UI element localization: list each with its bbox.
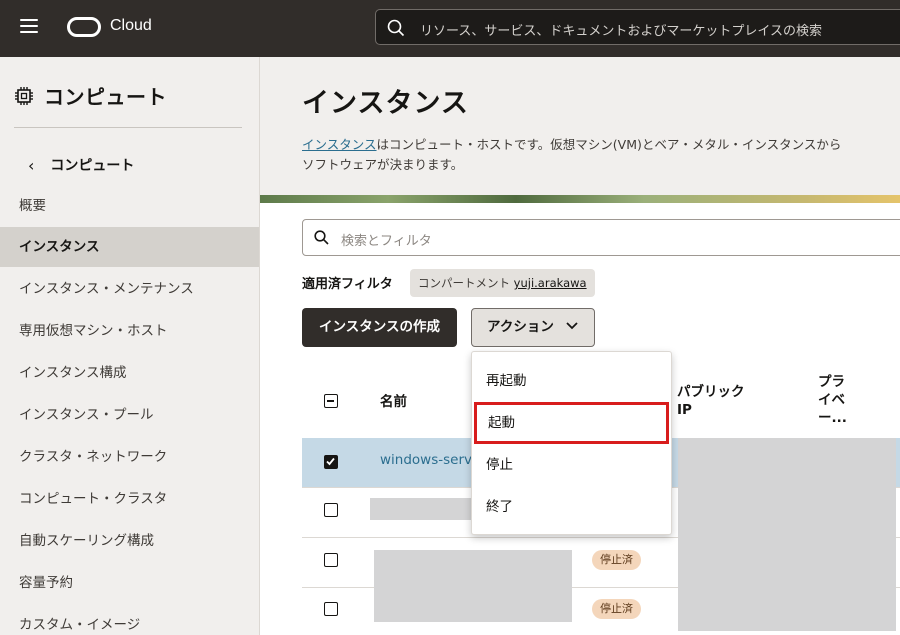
menu-item-stop[interactable]: 停止 bbox=[472, 444, 671, 486]
global-search-placeholder: リソース、サービス、ドキュメントおよびマーケットプレイスの検索 bbox=[420, 24, 822, 39]
oracle-logo-icon[interactable] bbox=[67, 17, 101, 37]
page-title: インスタンス bbox=[302, 88, 469, 119]
instance-name-link[interactable]: windows-serv bbox=[380, 452, 472, 468]
global-search-input[interactable]: リソース、サービス、ドキュメントおよびマーケットプレイスの検索 bbox=[375, 9, 900, 45]
hamburger-menu-icon[interactable] bbox=[20, 19, 40, 35]
sidebar-item-instances[interactable]: インスタンス bbox=[0, 227, 259, 267]
sidebar-header: コンピュート bbox=[14, 81, 167, 110]
page-description: インスタンスはコンピュート・ホストです。仮想マシン(VM)とベア・メタル・インス… bbox=[302, 135, 900, 175]
row-checkbox[interactable] bbox=[324, 455, 338, 469]
sidebar-back-link[interactable]: ‹ コンピュート bbox=[28, 155, 134, 175]
main-content: インスタンス インスタンスはコンピュート・ホストです。仮想マシン(VM)とベア・… bbox=[260, 57, 900, 635]
sidebar: コンピュート ‹ コンピュート 概要 インスタンス インスタンス・メンテナンス … bbox=[0, 57, 260, 635]
status-badge: 停止済 bbox=[592, 599, 641, 619]
sidebar-item-overview[interactable]: 概要 bbox=[0, 186, 259, 226]
sidebar-item-cluster-networks[interactable]: クラスタ・ネットワーク bbox=[0, 437, 259, 477]
applied-filters-label: 適用済フィルタ bbox=[302, 277, 393, 292]
row-checkbox[interactable] bbox=[324, 602, 338, 616]
actions-button-label: アクション bbox=[487, 319, 554, 335]
search-icon bbox=[314, 230, 329, 245]
menu-item-terminate[interactable]: 終了 bbox=[472, 486, 671, 528]
instances-doc-link[interactable]: インスタンス bbox=[302, 137, 377, 152]
row-checkbox[interactable] bbox=[324, 503, 338, 517]
sidebar-item-custom-images[interactable]: カスタム・イメージ bbox=[0, 605, 259, 635]
column-header-name[interactable]: 名前 bbox=[380, 393, 407, 411]
chip-compartment-value: yuji.arakawa bbox=[513, 276, 587, 290]
sidebar-item-instance-maintenance[interactable]: インスタンス・メンテナンス bbox=[0, 269, 259, 309]
sidebar-item-instance-pools[interactable]: インスタンス・プール bbox=[0, 395, 259, 435]
chip-prefix: コンパートメント bbox=[418, 276, 514, 290]
create-instance-button[interactable]: インスタンスの作成 bbox=[302, 308, 457, 347]
redacted-ip-column bbox=[678, 438, 896, 631]
private-ip-header-line-1: プラ bbox=[818, 374, 845, 390]
column-header-public-ip[interactable]: パブリック IP bbox=[677, 383, 745, 419]
private-ip-header-line-2: イベ bbox=[818, 392, 845, 408]
menu-item-start[interactable]: 起動 bbox=[474, 402, 669, 444]
chevron-down-icon bbox=[566, 322, 578, 330]
sidebar-item-compute-clusters[interactable]: コンピュート・クラスタ bbox=[0, 479, 259, 519]
redacted-instance-name bbox=[370, 498, 480, 520]
description-line-2: ソフトウェアが決まります。 bbox=[302, 157, 464, 172]
sidebar-item-dedicated-vm-hosts[interactable]: 専用仮想マシン・ホスト bbox=[0, 311, 259, 351]
page-header: インスタンス インスタンスはコンピュート・ホストです。仮想マシン(VM)とベア・… bbox=[260, 57, 900, 202]
column-header-private-ip[interactable]: プラ イベ ー... bbox=[818, 373, 847, 427]
sidebar-item-capacity-reservations[interactable]: 容量予約 bbox=[0, 563, 259, 603]
actions-button[interactable]: アクション bbox=[471, 308, 595, 347]
search-filter-placeholder: 検索とフィルタ bbox=[341, 234, 432, 249]
row-checkbox[interactable] bbox=[324, 553, 338, 567]
public-ip-header-line-2: IP bbox=[677, 402, 692, 418]
actions-dropdown-menu: 再起動 起動 停止 終了 bbox=[471, 351, 672, 535]
chip-icon bbox=[15, 86, 33, 105]
search-icon bbox=[387, 19, 405, 37]
brand-label[interactable]: Cloud bbox=[110, 17, 152, 35]
menu-item-reboot[interactable]: 再起動 bbox=[472, 360, 671, 402]
chevron-left-icon: ‹ bbox=[28, 155, 35, 175]
public-ip-header-line-1: パブリック bbox=[677, 384, 745, 400]
search-filter-input[interactable]: 検索とフィルタ bbox=[302, 219, 900, 256]
decorative-banner bbox=[260, 195, 900, 203]
sidebar-item-autoscaling-configurations[interactable]: 自動スケーリング構成 bbox=[0, 521, 259, 561]
compartment-filter-chip[interactable]: コンパートメント yuji.arakawa bbox=[410, 269, 595, 297]
select-all-checkbox[interactable] bbox=[324, 394, 338, 408]
checkmark-icon bbox=[326, 457, 335, 466]
sidebar-divider bbox=[14, 127, 242, 128]
sidebar-item-instance-configurations[interactable]: インスタンス構成 bbox=[0, 353, 259, 393]
sidebar-title: コンピュート bbox=[44, 85, 167, 109]
private-ip-header-line-3: ー... bbox=[818, 410, 847, 426]
top-bar: Cloud リソース、サービス、ドキュメントおよびマーケットプレイスの検索 bbox=[0, 0, 900, 57]
sidebar-back-label: コンピュート bbox=[50, 158, 135, 174]
description-line-1: はコンピュート・ホストです。仮想マシン(VM)とベア・メタル・インスタンスから bbox=[376, 137, 842, 152]
status-badge: 停止済 bbox=[592, 550, 641, 570]
